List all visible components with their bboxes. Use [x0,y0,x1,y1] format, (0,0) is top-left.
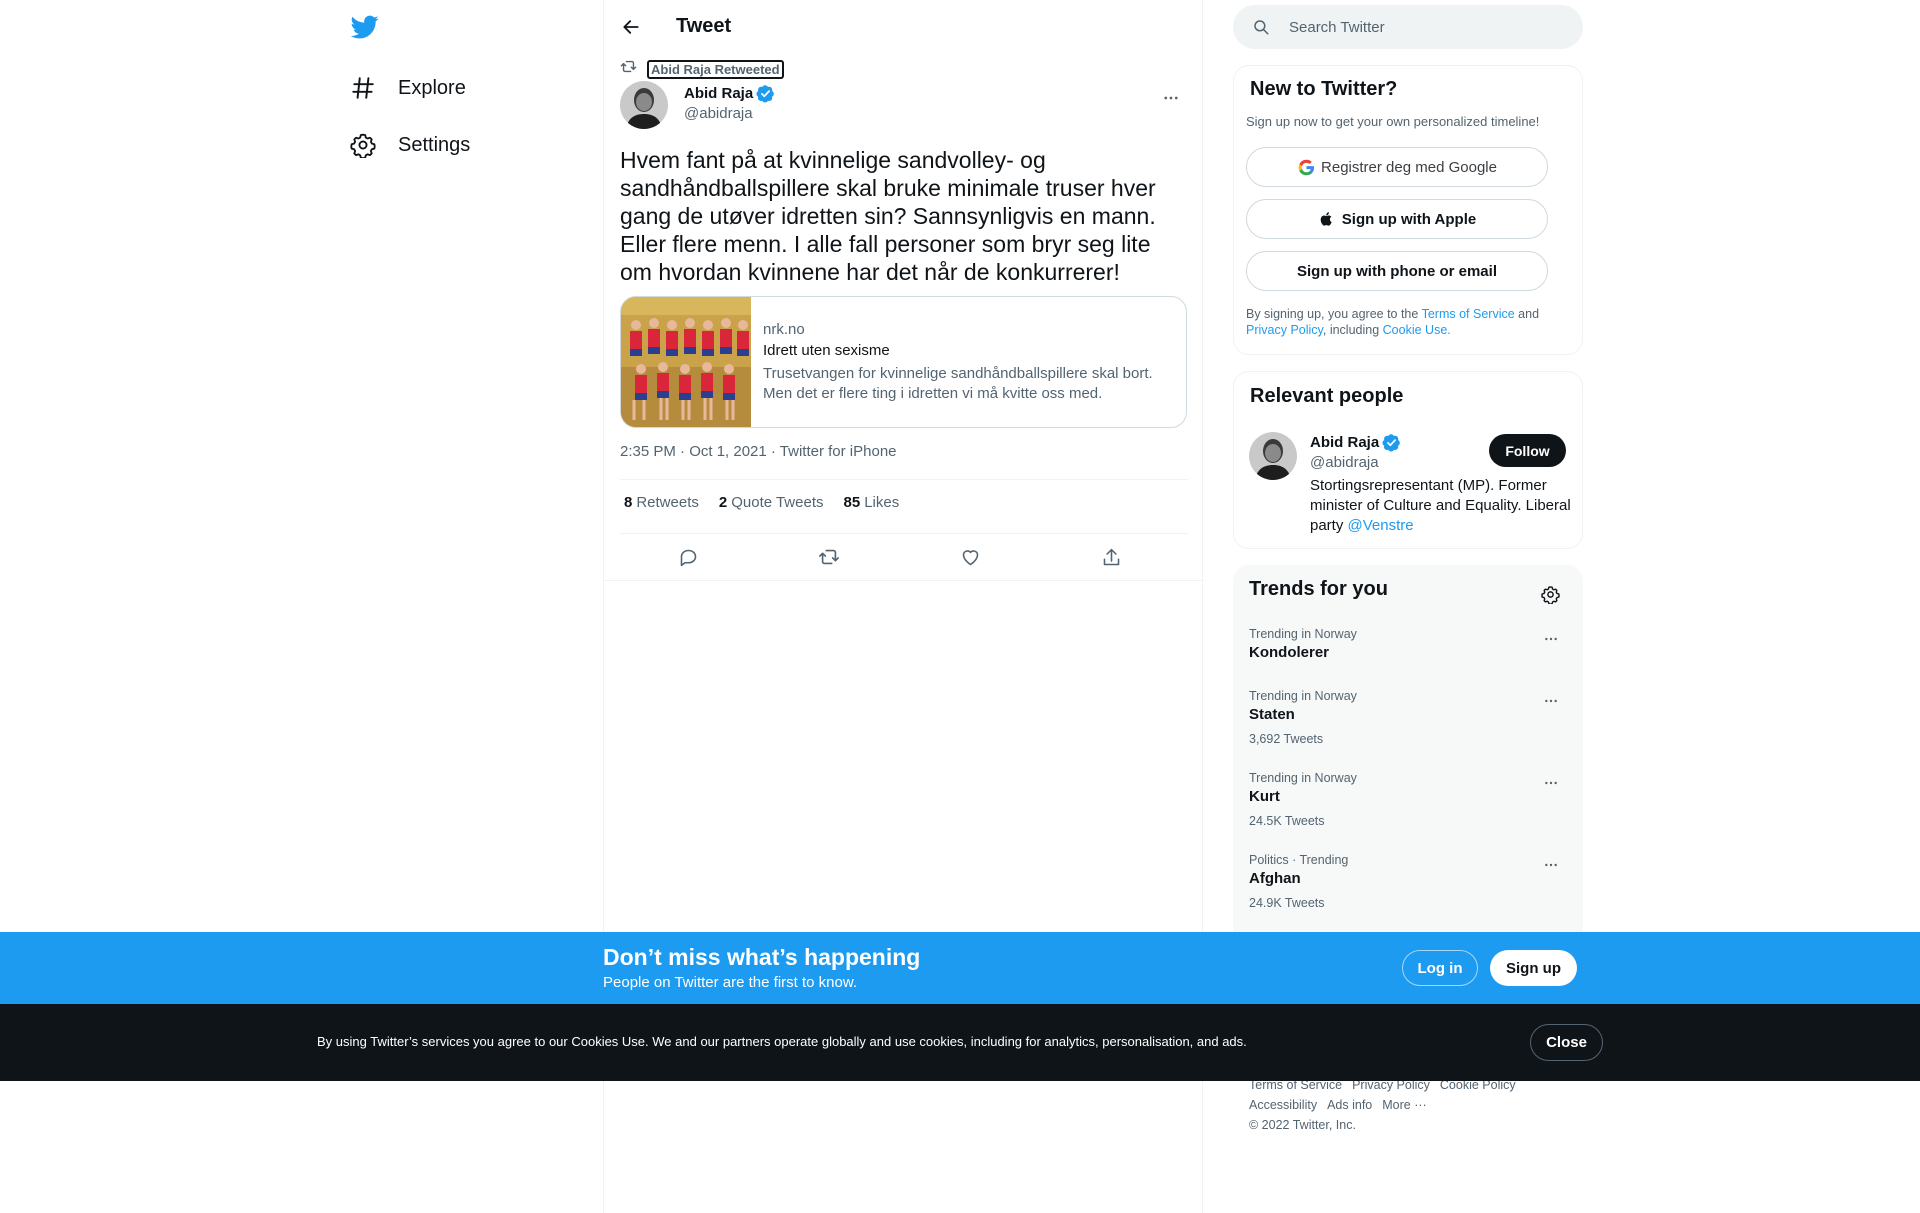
search-box[interactable] [1233,5,1583,49]
card-image [621,297,751,427]
person-name[interactable]: Abid Raja [1310,434,1379,451]
cookie-banner: By using Twitter’s services you agree to… [0,1004,1920,1081]
search-input[interactable] [1289,18,1569,36]
card-title: Idrett uten sexisme [763,342,890,359]
footer-ads-link[interactable]: Ads info [1327,1098,1372,1112]
footer-more-link[interactable]: More ··· [1382,1098,1426,1112]
tweet-author: Abid Raja @abidraja [620,81,1188,131]
tweet-text: Hvem fant på at kvinnelige sandvolley- o… [620,147,1156,285]
card-description: Trusetvangen for kvinnelige sandhåndball… [763,365,1153,402]
back-arrow-icon[interactable] [614,10,648,44]
google-signup-label: Registrer deg med Google [1321,158,1497,176]
retweeted-by-link[interactable]: Abid Raja Retweeted [647,59,784,79]
author-name[interactable]: Abid Raja [684,85,753,102]
nav-settings-label: Settings [398,133,471,156]
cookie-banner-text: By using Twitter’s services you agree to… [317,1034,1247,1049]
signup-button[interactable]: Sign up [1490,950,1577,986]
tweet-stats: 8 Retweets 2 Quote Tweets 85 Likes [624,494,919,511]
trends-title: Trends for you [1249,578,1388,600]
privacy-link[interactable]: Privacy Policy [1246,323,1323,337]
nav-explore-label: Explore [398,76,466,99]
signup-banner-title: Don’t miss what’s happening [603,944,921,970]
twitter-bird-icon[interactable] [348,10,382,44]
tweet-timestamp[interactable]: 2:35 PM · Oct 1, 2021 · Twitter for iPho… [620,443,897,460]
more-options-icon[interactable] [1154,81,1188,115]
footer-links: Terms of Service Privacy Policy Cookie Pol… [1249,1075,1569,1135]
footer-copyright: © 2022 Twitter, Inc. [1249,1118,1356,1132]
more-options-icon[interactable] [1538,629,1564,649]
cookie-use-link[interactable]: Cookie Use. [1383,323,1451,337]
reply-icon[interactable] [671,540,705,574]
verified-badge-icon [756,84,775,103]
relevant-people-title: Relevant people [1250,385,1404,407]
person-bio: Stortingsrepresentant (MP). Former minis… [1310,477,1571,534]
avatar[interactable] [620,81,668,129]
card-domain: nrk.no [763,321,805,338]
footer-accessibility-link[interactable]: Accessibility [1249,1098,1317,1112]
tweet-actions [620,540,1188,574]
retweets-stat[interactable]: 8 Retweets [624,494,699,511]
phone-email-signup-button[interactable]: Sign up with phone or email [1246,251,1548,291]
trends-panel: Trends for you Trending in Norway Kondol… [1233,565,1583,945]
likes-stat[interactable]: 85 Likes [844,494,900,511]
signup-legal-text: By signing up, you agree to the Terms of… [1246,307,1540,337]
search-icon [1251,17,1271,37]
new-to-twitter-panel: New to Twitter? Sign up now to get your … [1233,65,1583,355]
apple-logo-icon [1318,210,1336,228]
google-g-icon [1297,158,1315,176]
page-title: Tweet [676,15,732,37]
divider [604,580,1204,581]
nav-explore[interactable]: Explore [346,64,466,112]
hashtag-icon [346,71,380,105]
author-handle[interactable]: @abidraja [684,105,753,122]
new-to-twitter-title: New to Twitter? [1250,78,1398,100]
relevant-people-panel: Relevant people Abid Raja @abidraja Foll… [1233,371,1583,549]
login-button[interactable]: Log in [1402,950,1478,986]
like-heart-icon[interactable] [953,540,987,574]
person-handle[interactable]: @abidraja [1310,454,1379,471]
more-options-icon[interactable] [1538,855,1564,875]
phone-signup-label: Sign up with phone or email [1296,262,1497,280]
more-options-icon[interactable] [1538,773,1564,793]
retweet-context: Abid Raja Retweeted [620,58,784,80]
gear-icon [346,128,380,162]
share-icon[interactable] [1094,540,1128,574]
more-options-icon[interactable] [1538,691,1564,711]
new-to-twitter-subtitle: Sign up now to get your own personalized… [1246,114,1540,129]
google-signup-button[interactable]: Registrer deg med Google [1246,147,1548,187]
signup-banner-subtitle: People on Twitter are the first to know. [603,974,858,991]
gear-icon[interactable] [1535,579,1565,609]
apple-signup-button[interactable]: Sign up with Apple [1246,199,1548,239]
venstre-link[interactable]: @Venstre [1348,517,1414,534]
divider [620,479,1188,480]
avatar[interactable] [1249,432,1297,480]
follow-button[interactable]: Follow [1489,434,1566,467]
apple-signup-label: Sign up with Apple [1341,210,1477,228]
cookie-close-button[interactable]: Close [1530,1024,1603,1061]
quote-tweets-stat[interactable]: 2 Quote Tweets [719,494,824,511]
verified-badge-icon [1382,433,1401,452]
nav-settings[interactable]: Settings [346,121,470,169]
main-header: Tweet [604,0,1204,53]
terms-link[interactable]: Terms of Service [1422,307,1515,321]
retweet-icon[interactable] [812,540,846,574]
divider [620,533,1188,534]
link-card[interactable]: nrk.no Idrett uten sexisme Trusetvangen … [620,296,1187,428]
signup-banner: Don’t miss what’s happening People on Tw… [0,932,1920,1004]
retweet-icon [620,58,637,80]
